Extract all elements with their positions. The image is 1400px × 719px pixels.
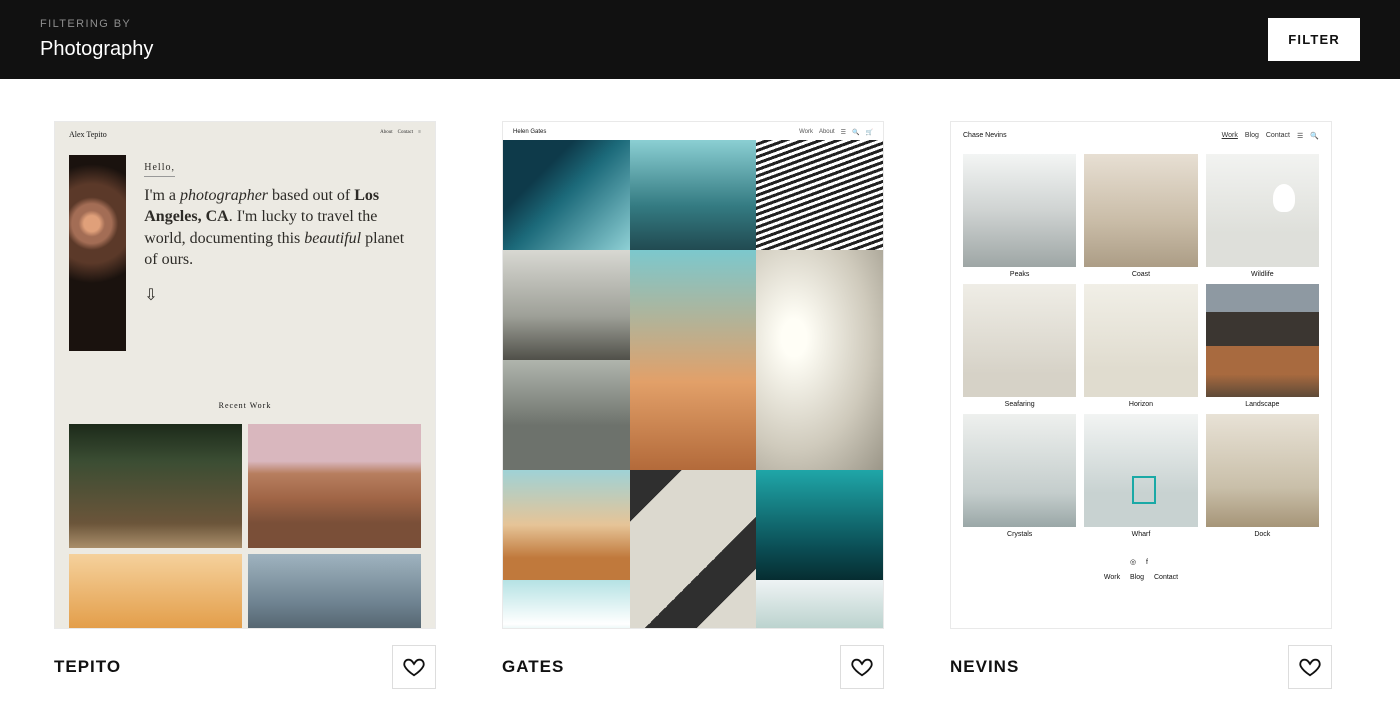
footer-link: Blog bbox=[1130, 574, 1144, 581]
gallery-thumbnail bbox=[1206, 284, 1319, 397]
favorite-button[interactable] bbox=[392, 645, 436, 689]
template-card-tepito: Alex Tepito About Contact ≡ Hello, I'm a… bbox=[54, 121, 436, 689]
social-icons: ◎ f bbox=[963, 558, 1319, 566]
preview-nav: About Contact ≡ bbox=[380, 130, 421, 139]
mosaic-tile bbox=[503, 580, 630, 629]
mosaic-tile bbox=[756, 580, 883, 629]
template-name[interactable]: NEVINS bbox=[950, 657, 1019, 677]
preview-nav-item: ≡ bbox=[418, 130, 421, 139]
preview-nav-item: Contact bbox=[1266, 132, 1290, 140]
filtering-by-label: FILTERING BY bbox=[40, 18, 153, 30]
mosaic-tile bbox=[503, 250, 630, 360]
photo-mosaic bbox=[503, 140, 883, 629]
intro-text: Hello, I'm a photographer based out of L… bbox=[144, 155, 421, 351]
gallery-label: Dock bbox=[1206, 531, 1319, 538]
mosaic-tile bbox=[630, 140, 757, 250]
gallery-item: Horizon bbox=[1084, 284, 1197, 408]
mosaic-tile bbox=[630, 470, 757, 629]
mosaic-tile bbox=[503, 140, 630, 250]
gallery-label: Wharf bbox=[1084, 531, 1197, 538]
template-card-nevins: Chase Nevins Work Blog Contact ☰ 🔍 Peaks… bbox=[950, 121, 1332, 689]
mosaic-tile bbox=[756, 470, 883, 580]
gallery-thumbnail bbox=[1206, 414, 1319, 527]
preview-nav: Work Blog Contact ☰ 🔍 bbox=[1222, 132, 1319, 140]
preview-nav-item: About bbox=[380, 130, 393, 139]
preview-nav-item: Contact bbox=[398, 130, 414, 139]
preview-nav-item: ☰ bbox=[1297, 132, 1303, 140]
gallery-thumbnail bbox=[1206, 154, 1319, 267]
preview-nav-item: 🔍 bbox=[1310, 132, 1319, 140]
heart-icon bbox=[851, 656, 873, 678]
gallery-thumbnail bbox=[1084, 154, 1197, 267]
heart-icon bbox=[403, 656, 425, 678]
recent-work-label: Recent Work bbox=[55, 401, 435, 410]
gallery-thumbnail bbox=[963, 414, 1076, 527]
preview-brand: Helen Gates bbox=[513, 129, 546, 136]
filter-context: FILTERING BY Photography bbox=[40, 18, 153, 61]
footer-link: Work bbox=[1104, 574, 1120, 581]
footer-links: Work Blog Contact bbox=[963, 574, 1319, 581]
work-thumbnail bbox=[248, 554, 421, 629]
gallery-item: Wharf bbox=[1084, 414, 1197, 538]
favorite-button[interactable] bbox=[840, 645, 884, 689]
mosaic-tile bbox=[630, 250, 757, 470]
preview-nav: Work About ☰ 🔍 🛒 bbox=[799, 129, 873, 136]
gallery-label: Coast bbox=[1084, 271, 1197, 278]
mosaic-tile bbox=[503, 360, 630, 470]
recent-work-grid bbox=[55, 410, 435, 629]
preview-nav-item: 🛒 bbox=[866, 129, 873, 136]
gallery-item: Crystals bbox=[963, 414, 1076, 538]
gallery-thumbnail bbox=[963, 154, 1076, 267]
preview-nav-item: Work bbox=[1222, 132, 1238, 140]
mosaic-tile bbox=[756, 140, 883, 250]
scroll-down-icon: ⇩ bbox=[144, 285, 421, 307]
template-preview[interactable]: Helen Gates Work About ☰ 🔍 🛒 bbox=[502, 121, 884, 629]
gallery-item: Dock bbox=[1206, 414, 1319, 538]
template-grid: Alex Tepito About Contact ≡ Hello, I'm a… bbox=[0, 79, 1400, 719]
preview-footer: ◎ f Work Blog Contact bbox=[963, 558, 1319, 581]
template-name[interactable]: GATES bbox=[502, 657, 564, 677]
portrait-image bbox=[69, 155, 126, 351]
gallery-item: Coast bbox=[1084, 154, 1197, 278]
gallery-grid: Peaks Coast Wildlife Seafaring Horizon L… bbox=[963, 154, 1319, 538]
preview-nav-item: Work bbox=[799, 129, 813, 136]
preview-nav-item: Blog bbox=[1245, 132, 1259, 140]
gallery-thumbnail bbox=[1084, 284, 1197, 397]
gallery-item: Seafaring bbox=[963, 284, 1076, 408]
gallery-label: Landscape bbox=[1206, 401, 1319, 408]
work-thumbnail bbox=[69, 424, 242, 548]
template-preview[interactable]: Chase Nevins Work Blog Contact ☰ 🔍 Peaks… bbox=[950, 121, 1332, 629]
preview-brand: Alex Tepito bbox=[69, 130, 107, 139]
preview-nav-item: About bbox=[819, 129, 835, 136]
gallery-item: Wildlife bbox=[1206, 154, 1319, 278]
gallery-label: Horizon bbox=[1084, 401, 1197, 408]
preview-nav-item: 🔍 bbox=[852, 129, 859, 136]
mosaic-tile bbox=[503, 470, 630, 580]
template-name[interactable]: TEPITO bbox=[54, 657, 121, 677]
template-preview[interactable]: Alex Tepito About Contact ≡ Hello, I'm a… bbox=[54, 121, 436, 629]
gallery-label: Crystals bbox=[963, 531, 1076, 538]
gallery-thumbnail bbox=[1084, 414, 1197, 527]
favorite-button[interactable] bbox=[1288, 645, 1332, 689]
active-filter-category: Photography bbox=[40, 38, 153, 61]
gallery-label: Seafaring bbox=[963, 401, 1076, 408]
mosaic-tile bbox=[756, 250, 883, 470]
template-card-gates: Helen Gates Work About ☰ 🔍 🛒 bbox=[502, 121, 884, 689]
work-thumbnail bbox=[69, 554, 242, 629]
gallery-thumbnail bbox=[963, 284, 1076, 397]
gallery-label: Peaks bbox=[963, 271, 1076, 278]
work-thumbnail bbox=[248, 424, 421, 548]
filter-button[interactable]: FILTER bbox=[1268, 18, 1360, 61]
heart-icon bbox=[1299, 656, 1321, 678]
footer-link: Contact bbox=[1154, 574, 1178, 581]
filter-header: FILTERING BY Photography FILTER bbox=[0, 0, 1400, 79]
intro-paragraph: I'm a photographer based out of Los Ange… bbox=[144, 185, 421, 271]
hello-label: Hello, bbox=[144, 161, 175, 177]
preview-nav-item: ☰ bbox=[841, 129, 846, 136]
gallery-label: Wildlife bbox=[1206, 271, 1319, 278]
preview-brand: Chase Nevins bbox=[963, 132, 1007, 140]
gallery-item: Peaks bbox=[963, 154, 1076, 278]
gallery-item: Landscape bbox=[1206, 284, 1319, 408]
